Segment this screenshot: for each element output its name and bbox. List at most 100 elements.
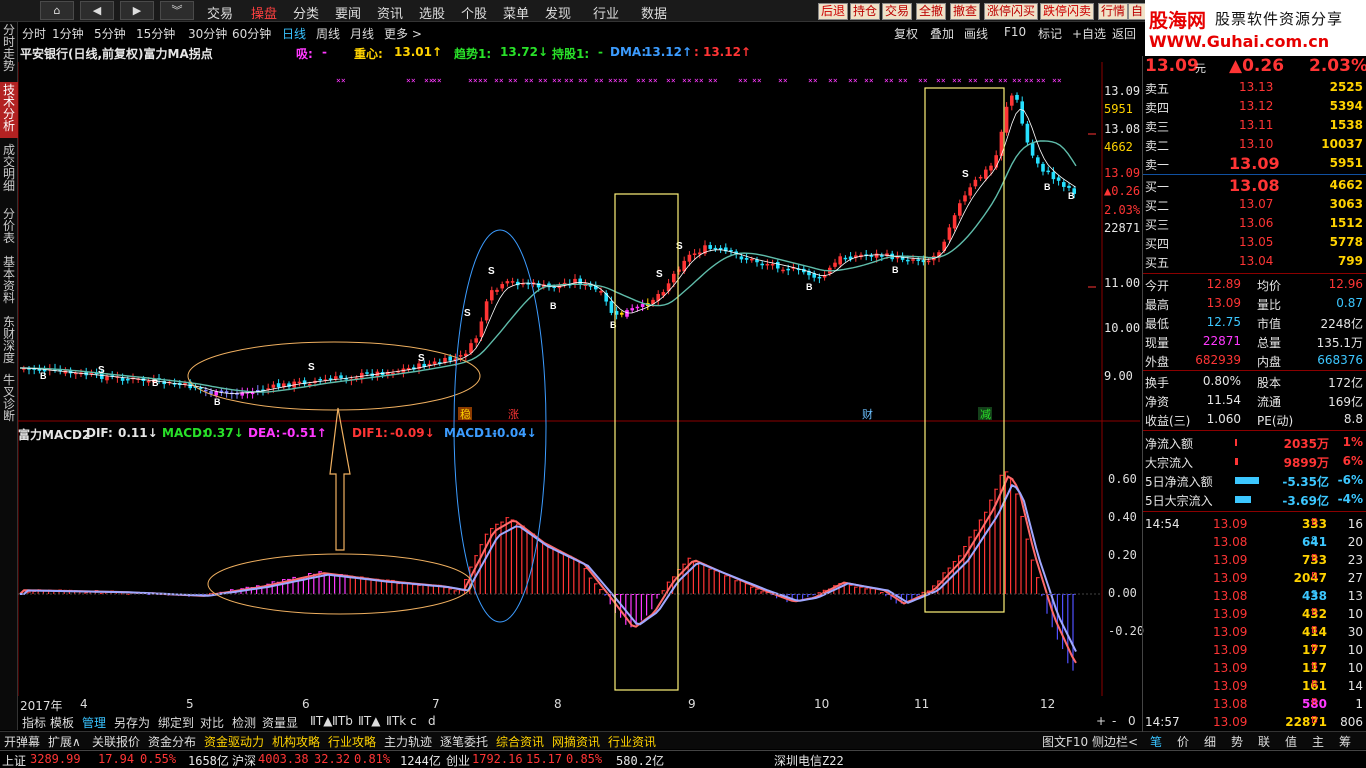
quote-panel-tab[interactable]: 值 [1285,733,1297,750]
home-icon[interactable]: ⌂ [40,1,74,20]
menu-item[interactable]: 资讯 [377,3,403,22]
side-tab[interactable]: 技术分析 [0,82,18,138]
menu-item[interactable]: 发现 [545,3,571,22]
function-tab[interactable]: 资金驱动力 [204,733,264,750]
quick-button[interactable]: 涨停闪买 [984,3,1039,20]
menu-item[interactable]: 选股 [419,3,445,22]
period-tab[interactable]: 日线 [282,25,306,42]
menu-item[interactable]: 行业 [593,3,619,22]
fund-flow-row: 净流入额 2035万 1% [1143,433,1366,452]
zoom-button[interactable]: 0 [1128,714,1136,728]
quick-button[interactable]: 自 [1128,3,1147,20]
period-tab[interactable]: 60分钟 [232,25,271,42]
function-tab[interactable]: 扩展∧ [48,733,81,750]
quote-panel-tab[interactable]: 细 [1204,733,1216,750]
function-tab[interactable]: 开弹幕 [4,733,40,750]
indicator-tab[interactable]: c [410,714,417,728]
zoom-button[interactable]: - [1112,714,1116,728]
quote-panel-tab[interactable]: 笔 [1150,733,1162,750]
period-tab[interactable]: 周线 [316,25,340,42]
function-tab[interactable]: 行业攻略 [328,733,376,750]
menu-item[interactable]: 菜单 [503,3,529,22]
toolbar-button[interactable]: +自选 [1072,25,1106,42]
arrow-right-icon[interactable]: ▶ [120,1,154,20]
menu-item[interactable]: 个股 [461,3,487,22]
quote-panel-tab[interactable]: 价 [1177,733,1189,750]
function-tab[interactable]: 资金分布 [148,733,196,750]
toolbar-button[interactable]: 标记 [1038,25,1062,42]
period-tab[interactable]: 更多 > [384,25,422,42]
news-ticker[interactable]: 深圳电信Z22 [774,752,844,768]
zoom-button[interactable]: + [1096,714,1106,728]
side-tab[interactable]: 分时走势 [0,22,18,82]
indicator-tab[interactable]: ⅡTb [332,714,353,728]
menu-item[interactable]: 要闻 [335,3,361,22]
function-tab[interactable]: 主力轨迹 [384,733,432,750]
quick-button[interactable]: 跌停闪卖 [1040,3,1095,20]
candle-body [635,306,640,309]
flow-bar [1235,439,1237,446]
side-tab[interactable]: 分价表 [0,206,18,254]
kline-chart[interactable]: ×× ×× ×××× ×× ×× ×× ×× ×× ×× ×× ×× ×× ×× ×× ×× ×× ×× ×× ××… [18,62,1140,696]
candle-body [750,258,754,261]
function-tab[interactable]: 行业资讯 [608,733,656,750]
side-tab[interactable]: 东财深度 [0,314,18,366]
function-tab-right[interactable]: 侧边栏< [1092,733,1138,750]
signal-mark: ×× [898,76,908,85]
function-tab-right[interactable]: 图文F10 [1042,733,1088,750]
period-tab[interactable]: 30分钟 [188,25,227,42]
toolbar-button[interactable]: 返回 [1112,25,1136,42]
menu-item[interactable]: 操盘 [251,3,277,22]
period-tab[interactable]: 月线 [350,25,374,42]
indicator-tab[interactable]: ⅡT▲ [310,714,332,728]
period-tab[interactable]: 5分钟 [94,25,126,42]
indicator-tab[interactable]: 资量显 [262,714,298,731]
function-tab[interactable]: 关联报价 [92,733,140,750]
menu-item[interactable]: 分类 [293,3,319,22]
hs-index: 4003.38 [258,752,309,766]
quick-button[interactable]: 全撤 [916,3,947,20]
quick-button[interactable]: 行情 [1098,3,1129,20]
side-tab[interactable]: 基本资料 [0,254,18,310]
quote-panel-tab[interactable]: 势 [1231,733,1243,750]
indicator-tab[interactable]: 模板 [50,714,74,731]
side-tab[interactable]: 牛叉诊断 [0,372,18,428]
quick-button[interactable]: 撤查 [950,3,981,20]
toolbar-button[interactable]: 复权 [894,25,918,42]
macd-bar-cap [734,580,738,582]
indicator-tab[interactable]: 管理 [82,714,106,731]
indicator-tab[interactable]: 绑定到 [158,714,194,731]
double-chevron-down-icon[interactable]: ︾ [160,1,194,20]
period-tab[interactable]: 15分钟 [136,25,175,42]
period-tab[interactable]: 分时 [22,25,46,42]
indicator-tab[interactable]: 另存为 [114,714,150,731]
menu-item[interactable]: 数据 [641,3,667,22]
indicator-tab[interactable]: 检测 [232,714,256,731]
indicator-tab[interactable]: 对比 [200,714,224,731]
side-tab[interactable]: 成交明细 [0,142,18,202]
quick-button[interactable]: 持仓 [850,3,881,20]
function-tab[interactable]: 逐笔委托 [440,733,488,750]
function-tab[interactable]: 网摘资讯 [552,733,600,750]
period-tab[interactable]: 1分钟 [52,25,84,42]
indicator-tab[interactable]: d [428,714,436,728]
macd-bar [906,594,908,601]
stat-row: 外盘 682939 内盘 668376 [1143,351,1366,370]
function-tab[interactable]: 综合资讯 [496,733,544,750]
quick-button[interactable]: 后退 [818,3,849,20]
toolbar-button[interactable]: 叠加 [930,25,954,42]
indicator-tab[interactable]: ⅡT▲ [358,714,380,728]
toolbar-button[interactable]: 画线 [964,25,988,42]
quick-button[interactable]: 交易 [882,3,913,20]
quote-unit: 元 [1195,62,1206,75]
menu-item[interactable]: 交易 [207,3,233,22]
indicator-tab[interactable]: ⅡTk [386,714,406,728]
candle-body [505,281,510,284]
toolbar-button[interactable]: F10 [1004,25,1026,39]
quote-panel-tab[interactable]: 筹 [1339,733,1351,750]
arrow-left-icon[interactable]: ◀ [80,1,114,20]
function-tab[interactable]: 机构攻略 [272,733,320,750]
quote-panel-tab[interactable]: 主 [1312,733,1324,750]
quote-panel-tab[interactable]: 联 [1258,733,1270,750]
indicator-tab[interactable]: 指标 [22,714,46,731]
